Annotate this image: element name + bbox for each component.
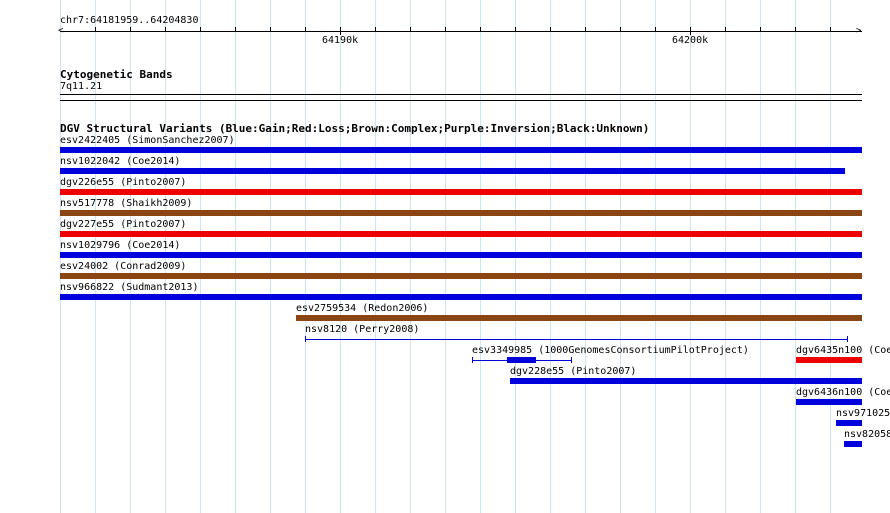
cytogenetic-band-top-border <box>60 94 862 95</box>
ruler-minor-tick <box>795 27 796 31</box>
ruler-axis <box>60 31 862 32</box>
dgv-feature-bar[interactable] <box>796 399 862 405</box>
dgv-feature-label[interactable]: dgv6436n100 (Coe <box>796 387 890 399</box>
dgv-feature-bar[interactable] <box>60 294 862 300</box>
ruler-minor-tick <box>130 27 131 31</box>
ruler-minor-tick <box>830 27 831 31</box>
dgv-feature-label[interactable]: esv24002 (Conrad2009) <box>60 261 186 273</box>
cytogenetic-track-title: Cytogenetic Bands <box>60 68 173 81</box>
dgv-feature-bar[interactable] <box>60 273 862 279</box>
dgv-feature-bar[interactable] <box>60 231 862 237</box>
ruler-minor-tick <box>305 27 306 31</box>
ruler-minor-tick <box>165 27 166 31</box>
dgv-feature-bar[interactable] <box>60 210 862 216</box>
dgv-feature-label[interactable]: nsv971025 <box>836 408 890 420</box>
dgv-feature-label[interactable]: esv3349985 (1000GenomesConsortiumPilotPr… <box>472 345 749 357</box>
ruler-left-arrow-icon: < <box>58 26 64 36</box>
ruler-minor-tick <box>445 27 446 31</box>
ruler-minor-tick <box>410 27 411 31</box>
dgv-feature-bar[interactable] <box>296 315 862 321</box>
dgv-feature-bar[interactable] <box>796 357 862 363</box>
dgv-feature-label[interactable]: nsv8120 (Perry2008) <box>305 324 419 336</box>
dgv-feature-label[interactable]: dgv226e55 (Pinto2007) <box>60 177 186 189</box>
ruler-right-arrow-icon: > <box>856 26 862 36</box>
dgv-feature-end-tick <box>847 336 848 342</box>
dgv-feature-label[interactable]: nsv1022042 (Coe2014) <box>60 156 180 168</box>
ruler-major-label: 64190k <box>322 35 359 46</box>
ruler-major-label: 64200k <box>672 35 709 46</box>
cytogenetic-band-label[interactable]: 7q11.21 <box>60 81 102 93</box>
ruler-major-tick <box>690 27 691 35</box>
ruler-minor-tick <box>235 27 236 31</box>
dgv-feature-label[interactable]: dgv227e55 (Pinto2007) <box>60 219 186 231</box>
dgv-feature-label[interactable]: nsv966822 (Sudmant2013) <box>60 282 198 294</box>
cytogenetic-band-bottom-border <box>60 100 862 101</box>
dgv-feature-bar[interactable] <box>510 378 862 384</box>
dgv-feature-label[interactable]: dgv228e55 (Pinto2007) <box>510 366 636 378</box>
ruler-minor-tick <box>585 27 586 31</box>
ruler-minor-tick <box>760 27 761 31</box>
ruler-minor-tick <box>200 27 201 31</box>
dgv-feature-end-tick <box>571 357 572 363</box>
dgv-feature-line[interactable] <box>305 339 848 340</box>
dgv-feature-label[interactable]: nsv517778 (Shaikh2009) <box>60 198 192 210</box>
dgv-feature-end-tick <box>305 336 306 342</box>
ruler-minor-tick <box>480 27 481 31</box>
dgv-feature-bar[interactable] <box>60 252 862 258</box>
ruler-minor-tick <box>655 27 656 31</box>
ruler-minor-tick <box>95 27 96 31</box>
dgv-feature-bar[interactable] <box>60 189 862 195</box>
ruler-position-label: chr7:64181959..64204830 <box>60 15 199 26</box>
dgv-feature-bar[interactable] <box>60 168 845 174</box>
dgv-feature-bar[interactable] <box>836 420 862 426</box>
dgv-feature-end-tick <box>472 357 473 363</box>
dgv-feature-bar[interactable] <box>60 147 862 153</box>
ruler-minor-tick <box>620 27 621 31</box>
dgv-feature-label[interactable]: dgv6435n100 (Coe <box>796 345 890 357</box>
dgv-feature-label[interactable]: nsv82058 <box>844 429 890 441</box>
dgv-feature-label[interactable]: nsv1029796 (Coe2014) <box>60 240 180 252</box>
ruler-minor-tick <box>725 27 726 31</box>
dgv-feature-label[interactable]: esv2422405 (SimonSanchez2007) <box>60 135 235 147</box>
dgv-track-title: DGV Structural Variants (Blue:Gain;Red:L… <box>60 122 650 135</box>
ruler-major-tick <box>340 27 341 35</box>
dgv-feature-bar[interactable] <box>844 441 862 447</box>
ruler-minor-tick <box>550 27 551 31</box>
dgv-feature-label[interactable]: esv2759534 (Redon2006) <box>296 303 428 315</box>
ruler-minor-tick <box>270 27 271 31</box>
ruler-minor-tick <box>515 27 516 31</box>
ruler-minor-tick <box>375 27 376 31</box>
dgv-feature-block[interactable] <box>507 357 536 363</box>
